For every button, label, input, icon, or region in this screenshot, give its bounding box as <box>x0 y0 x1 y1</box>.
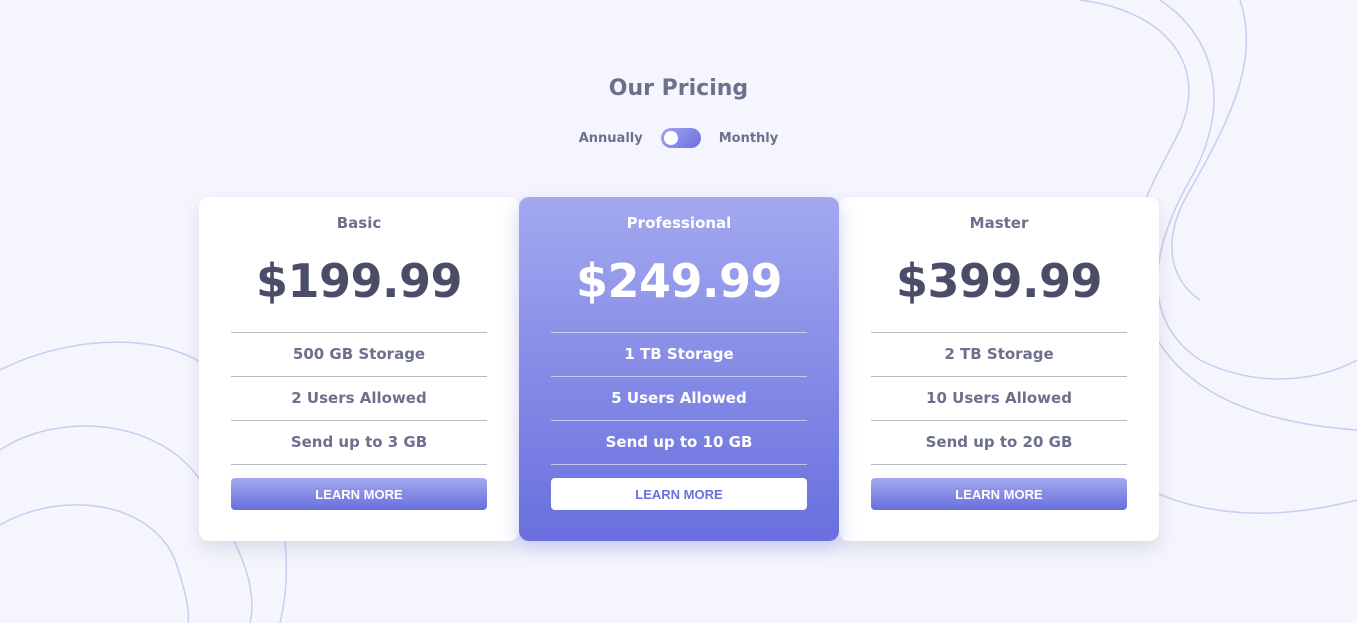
pricing-card-basic: Basic $199.99 500 GB Storage 2 Users All… <box>199 197 519 541</box>
pricing-card-professional: Professional $249.99 1 TB Storage 5 User… <box>519 197 839 541</box>
toggle-knob <box>663 131 678 145</box>
plan-price: $399.99 <box>895 254 1103 308</box>
feature-list: 500 GB Storage 2 Users Allowed Send up t… <box>231 332 487 465</box>
learn-more-button-basic[interactable]: LEARN MORE <box>231 478 487 510</box>
feature-storage: 2 TB Storage <box>871 333 1127 377</box>
feature-users: 5 Users Allowed <box>551 377 807 421</box>
monthly-label: Monthly <box>718 130 779 146</box>
plan-name: Master <box>969 214 1029 232</box>
plan-name: Professional <box>626 214 732 232</box>
feature-send-limit: Send up to 20 GB <box>871 421 1127 465</box>
learn-more-button-professional[interactable]: LEARN MORE <box>551 478 807 510</box>
page-title: Our Pricing <box>608 76 749 101</box>
feature-send-limit: Send up to 3 GB <box>231 421 487 465</box>
billing-toggle-row: Annually Monthly <box>0 128 1357 148</box>
annually-label: Annually <box>578 130 643 146</box>
plan-price: $199.99 <box>255 254 463 308</box>
feature-storage: 500 GB Storage <box>231 333 487 377</box>
feature-storage: 1 TB Storage <box>551 333 807 377</box>
feature-send-limit: Send up to 10 GB <box>551 421 807 465</box>
pricing-card-master: Master $399.99 2 TB Storage 10 Users All… <box>839 197 1159 541</box>
learn-more-button-master[interactable]: LEARN MORE <box>871 478 1127 510</box>
feature-list: 2 TB Storage 10 Users Allowed Send up to… <box>871 332 1127 465</box>
feature-list: 1 TB Storage 5 Users Allowed Send up to … <box>551 332 807 465</box>
feature-users: 2 Users Allowed <box>231 377 487 421</box>
plan-name: Basic <box>336 214 382 232</box>
plan-price: $249.99 <box>575 254 783 308</box>
feature-users: 10 Users Allowed <box>871 377 1127 421</box>
billing-period-toggle[interactable] <box>660 128 701 148</box>
